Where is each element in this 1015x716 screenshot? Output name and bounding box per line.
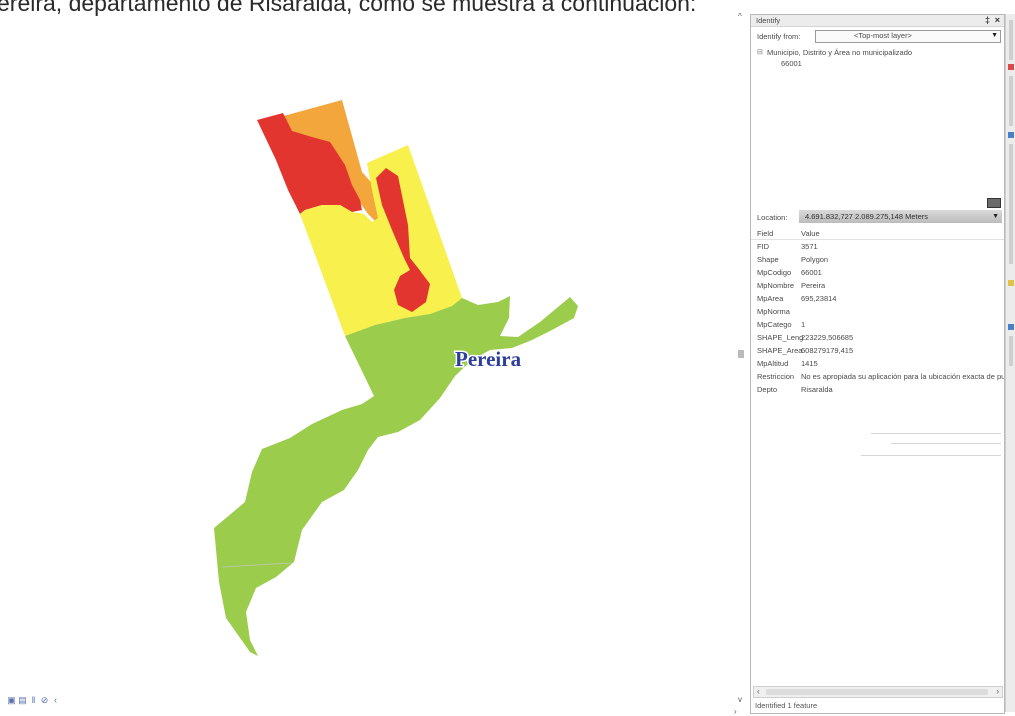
back-icon[interactable]: ‹ bbox=[50, 695, 61, 705]
table-row[interactable]: MpArea 695,23814 bbox=[751, 294, 1004, 306]
row-field: Depto bbox=[757, 385, 778, 394]
identify-from-dropdown[interactable]: <Top-most layer> ▼ bbox=[815, 30, 1001, 43]
identify-title: Identify bbox=[756, 16, 781, 25]
row-value: 608279179,415 bbox=[801, 346, 854, 355]
close-icon[interactable]: × bbox=[995, 15, 1000, 25]
dock-tab[interactable] bbox=[1009, 336, 1013, 366]
location-label: Location: bbox=[757, 213, 788, 222]
table-row[interactable]: Shape Polygon bbox=[751, 255, 1004, 267]
chevron-down-icon[interactable]: ▼ bbox=[991, 31, 998, 41]
results-icon[interactable] bbox=[1008, 280, 1014, 286]
table-row[interactable]: FID 3571 bbox=[751, 242, 1004, 254]
chevron-right-icon[interactable]: › bbox=[996, 687, 999, 697]
scan-artifact-line bbox=[891, 443, 1001, 444]
data-view-icon[interactable]: ▣ bbox=[6, 695, 17, 706]
row-value: Pereira bbox=[801, 281, 826, 290]
row-field: MpNorma bbox=[757, 307, 790, 316]
column-header-value[interactable]: Value bbox=[801, 229, 820, 239]
row-value: 1415 bbox=[801, 359, 818, 368]
table-row[interactable]: MpCatego 1 bbox=[751, 320, 1004, 332]
location-value: 4.691.832,727 2.089.275,148 Meters bbox=[805, 212, 929, 221]
map-label-pereira: Pereira bbox=[455, 347, 522, 371]
scroll-grip[interactable] bbox=[738, 350, 744, 358]
row-field: SHAPE_Leng bbox=[757, 333, 804, 342]
row-field: FID bbox=[757, 242, 770, 251]
identify-window: Identify ‡ × Identify from: <Top-most la… bbox=[750, 14, 1005, 714]
scrollbar-thumb[interactable] bbox=[766, 689, 988, 695]
tree-feature-node[interactable]: 66001 bbox=[781, 59, 802, 69]
layout-view-icon[interactable]: ▤ bbox=[17, 695, 28, 706]
document-text-line: ereira, departamento de Risaralda, como … bbox=[0, 0, 697, 16]
zone-green[interactable] bbox=[214, 296, 578, 656]
row-field: MpCodigo bbox=[757, 268, 792, 277]
dock-tab-strip bbox=[1005, 14, 1015, 712]
row-value: 66001 bbox=[801, 268, 822, 277]
map-vertical-scrollbar[interactable]: ^ v › bbox=[734, 12, 748, 716]
row-field: MpArea bbox=[757, 294, 784, 303]
scroll-up-icon[interactable]: ^ bbox=[738, 12, 742, 21]
column-header-field[interactable]: Field bbox=[757, 229, 773, 239]
row-value: 1 bbox=[801, 320, 806, 329]
table-row[interactable]: Depto Risaralda bbox=[751, 385, 1004, 397]
pin-icon[interactable]: ‡ bbox=[985, 15, 990, 25]
row-field: MpNombre bbox=[757, 281, 795, 290]
chevron-left-icon[interactable]: ‹ bbox=[757, 687, 760, 697]
table-row[interactable]: SHAPE_Leng 223229,506685 bbox=[751, 333, 1004, 345]
collapse-icon[interactable]: ⊟ bbox=[757, 48, 763, 58]
catalog-icon[interactable] bbox=[1008, 64, 1014, 70]
row-field: Restriccion bbox=[757, 372, 795, 381]
row-value: 695,23814 bbox=[801, 294, 837, 303]
dock-tab[interactable] bbox=[1009, 76, 1013, 126]
table-row[interactable]: SHAPE_Area 608279179,415 bbox=[751, 346, 1004, 358]
row-value: 3571 bbox=[801, 242, 818, 251]
map-view[interactable]: Pereira ▣ ▤ ‖ ⊘ ‹ bbox=[0, 0, 735, 716]
table-row[interactable]: Restriccion No es apropiada su aplicació… bbox=[751, 372, 1004, 384]
row-value: No es apropiada su aplicación para la ub… bbox=[801, 372, 1004, 381]
pane-options-icon[interactable] bbox=[987, 198, 1001, 208]
status-text: Identified 1 feature bbox=[755, 701, 818, 710]
location-dropdown[interactable]: 4.691.832,727 2.089.275,148 Meters ▼ bbox=[799, 210, 1002, 223]
search-icon[interactable] bbox=[1008, 132, 1014, 138]
tree-layer-node[interactable]: Municipio, Distrito y Área no municipali… bbox=[767, 48, 912, 58]
scan-artifact-line bbox=[871, 433, 1001, 434]
row-value: Risaralda bbox=[801, 385, 833, 394]
attribute-table-header: Field Value bbox=[751, 228, 1004, 240]
table-row[interactable]: MpNombre Pereira bbox=[751, 281, 1004, 293]
chevron-down-icon[interactable]: ▼ bbox=[992, 212, 999, 222]
identify-from-value: <Top-most layer> bbox=[854, 31, 912, 40]
dock-tab[interactable] bbox=[1009, 144, 1013, 264]
row-field: SHAPE_Area bbox=[757, 346, 803, 355]
row-field: Shape bbox=[757, 255, 779, 264]
chevron-right-icon[interactable]: › bbox=[734, 707, 737, 716]
identify-title-bar[interactable]: Identify ‡ × bbox=[751, 15, 1004, 27]
map-canvas[interactable]: Pereira bbox=[0, 0, 735, 716]
row-field: MpCatego bbox=[757, 320, 792, 329]
pause-icon[interactable]: ‖ bbox=[28, 695, 39, 705]
dock-tab[interactable] bbox=[1009, 20, 1013, 60]
table-row[interactable]: MpCodigo 66001 bbox=[751, 268, 1004, 280]
scan-artifact-line bbox=[861, 455, 1001, 456]
scroll-down-icon[interactable]: v bbox=[738, 695, 742, 704]
refresh-icon[interactable]: ⊘ bbox=[39, 695, 50, 706]
map-view-toolbar: ▣ ▤ ‖ ⊘ ‹ bbox=[6, 695, 61, 707]
identify-from-label: Identify from: bbox=[757, 32, 801, 41]
row-field: MpAltitud bbox=[757, 359, 789, 368]
row-value: 223229,506685 bbox=[801, 333, 854, 342]
table-row[interactable]: MpNorma bbox=[751, 307, 1004, 319]
table-row[interactable]: MpAltitud 1415 bbox=[751, 359, 1004, 371]
toolbox-icon[interactable] bbox=[1008, 324, 1014, 330]
row-value: Polygon bbox=[801, 255, 829, 264]
horizontal-scrollbar[interactable]: ‹ › bbox=[753, 686, 1003, 698]
